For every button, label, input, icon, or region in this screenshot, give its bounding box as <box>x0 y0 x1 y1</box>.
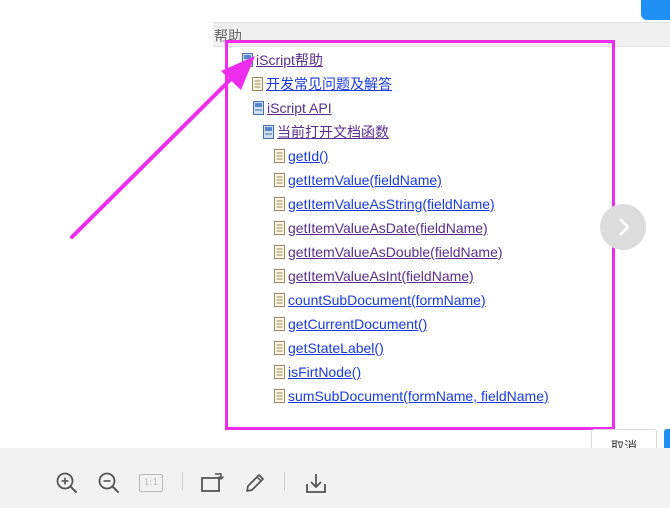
annotation-arrow <box>70 56 255 239</box>
zoom-in-icon <box>56 472 77 493</box>
next-page-button[interactable] <box>600 204 646 250</box>
edit-icon <box>246 474 264 492</box>
zoom-out-button[interactable] <box>96 470 122 496</box>
download-button[interactable] <box>303 470 329 496</box>
zoom-out-icon <box>98 472 119 493</box>
zoom-in-button[interactable] <box>54 470 80 496</box>
actual-size-button[interactable]: 1:1 <box>138 470 164 496</box>
rotate-icon <box>201 473 224 492</box>
chevron-right-icon <box>619 218 630 236</box>
image-viewer-toolbar: 1:1 <box>0 448 670 508</box>
download-icon <box>306 474 326 493</box>
toolbar-divider <box>182 472 183 490</box>
edit-button[interactable] <box>242 470 268 496</box>
rotate-button[interactable] <box>200 470 226 496</box>
actual-size-icon: 1:1 <box>139 474 163 492</box>
toolbar-divider <box>284 472 285 490</box>
